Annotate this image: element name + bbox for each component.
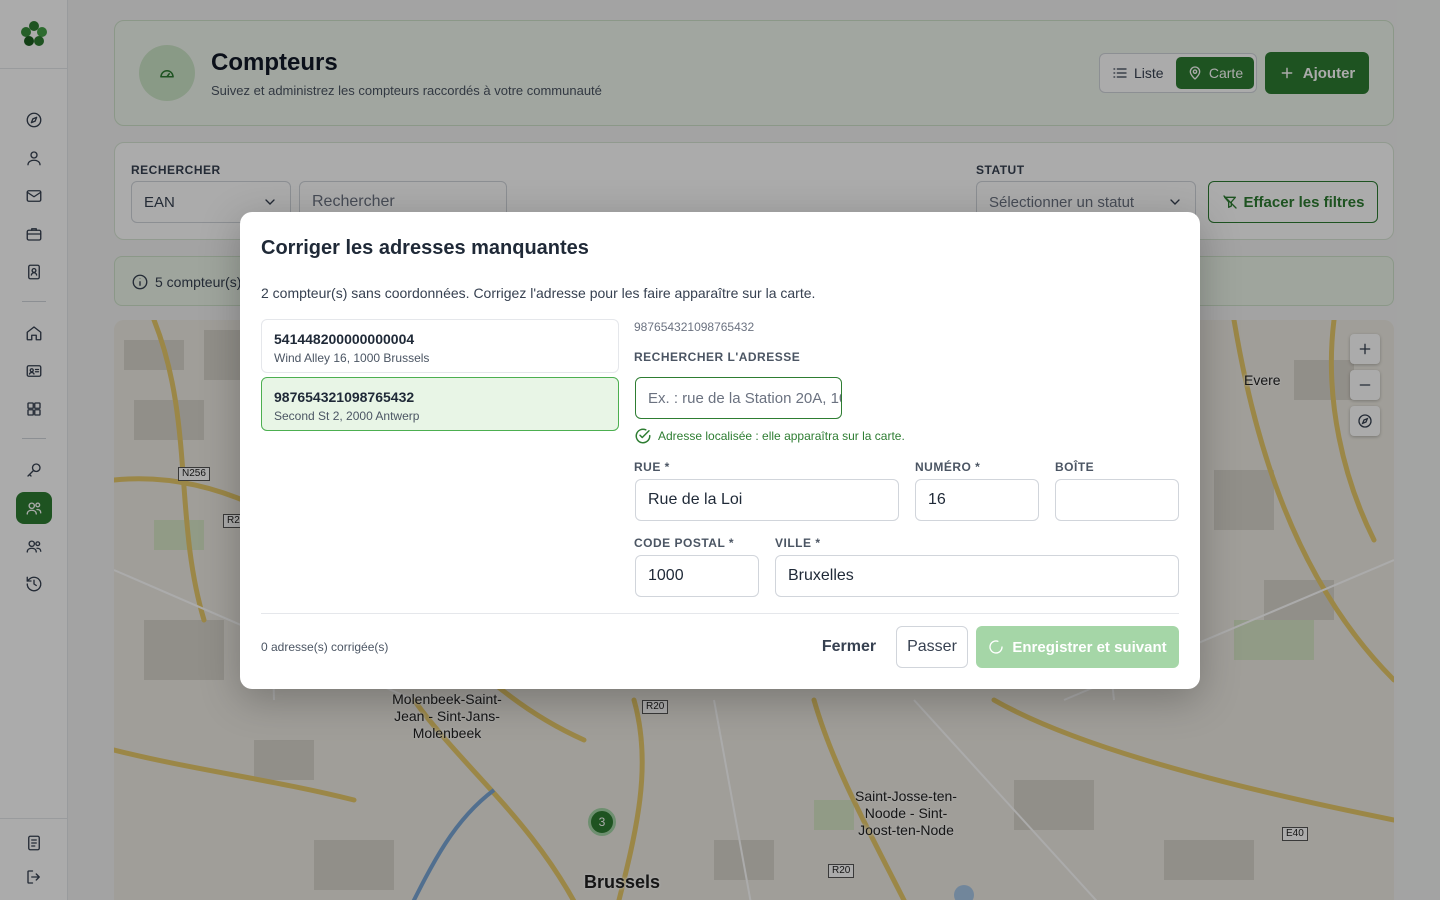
dialog-description: 2 compteur(s) sans coordonnées. Corrigez… xyxy=(261,285,816,301)
box-label: BOÎTE xyxy=(1055,460,1095,474)
box-input[interactable] xyxy=(1055,479,1179,521)
corrected-count: 0 adresse(s) corrigée(s) xyxy=(261,640,389,654)
meter-ean: 541448200000000004 xyxy=(274,331,415,347)
meter-address: Wind Alley 16, 1000 Brussels xyxy=(274,351,430,365)
fix-addresses-dialog: Corriger les adresses manquantes 2 compt… xyxy=(240,212,1200,689)
address-search-label: RECHERCHER L'ADRESSE xyxy=(634,350,801,364)
meter-list-item-selected[interactable]: 987654321098765432 Second St 2, 2000 Ant… xyxy=(261,377,619,431)
save-and-next-label: Enregistrer et suivant xyxy=(1012,638,1167,656)
address-located-message: Adresse localisée : elle apparaîtra sur … xyxy=(634,427,905,445)
postal-code-input[interactable]: 1000 xyxy=(635,555,759,597)
address-located-text: Adresse localisée : elle apparaîtra sur … xyxy=(658,429,905,443)
dialog-divider xyxy=(261,613,1179,614)
postal-code-label: CODE POSTAL * xyxy=(634,536,735,550)
city-input[interactable]: Bruxelles xyxy=(775,555,1179,597)
close-button[interactable]: Fermer xyxy=(812,626,886,668)
selected-meter-ean: 987654321098765432 xyxy=(634,320,755,334)
check-circle-icon xyxy=(635,428,651,444)
street-label: RUE * xyxy=(634,460,670,474)
loading-spinner-icon xyxy=(989,640,1004,654)
number-input[interactable]: 16 xyxy=(915,479,1039,521)
city-label: VILLE * xyxy=(775,536,821,550)
street-input[interactable]: Rue de la Loi xyxy=(635,479,899,521)
meter-address: Second St 2, 2000 Antwerp xyxy=(274,409,420,423)
skip-button[interactable]: Passer xyxy=(896,626,968,668)
save-and-next-button[interactable]: Enregistrer et suivant xyxy=(976,626,1179,668)
meter-ean: 987654321098765432 xyxy=(274,389,415,405)
meter-list-item[interactable]: 541448200000000004 Wind Alley 16, 1000 B… xyxy=(261,319,619,373)
dialog-title: Corriger les adresses manquantes xyxy=(261,237,589,259)
number-label: NUMÉRO * xyxy=(915,460,981,474)
address-search-input[interactable]: Ex. : rue de la Station 20A, 1000 Bruxel… xyxy=(635,377,842,419)
